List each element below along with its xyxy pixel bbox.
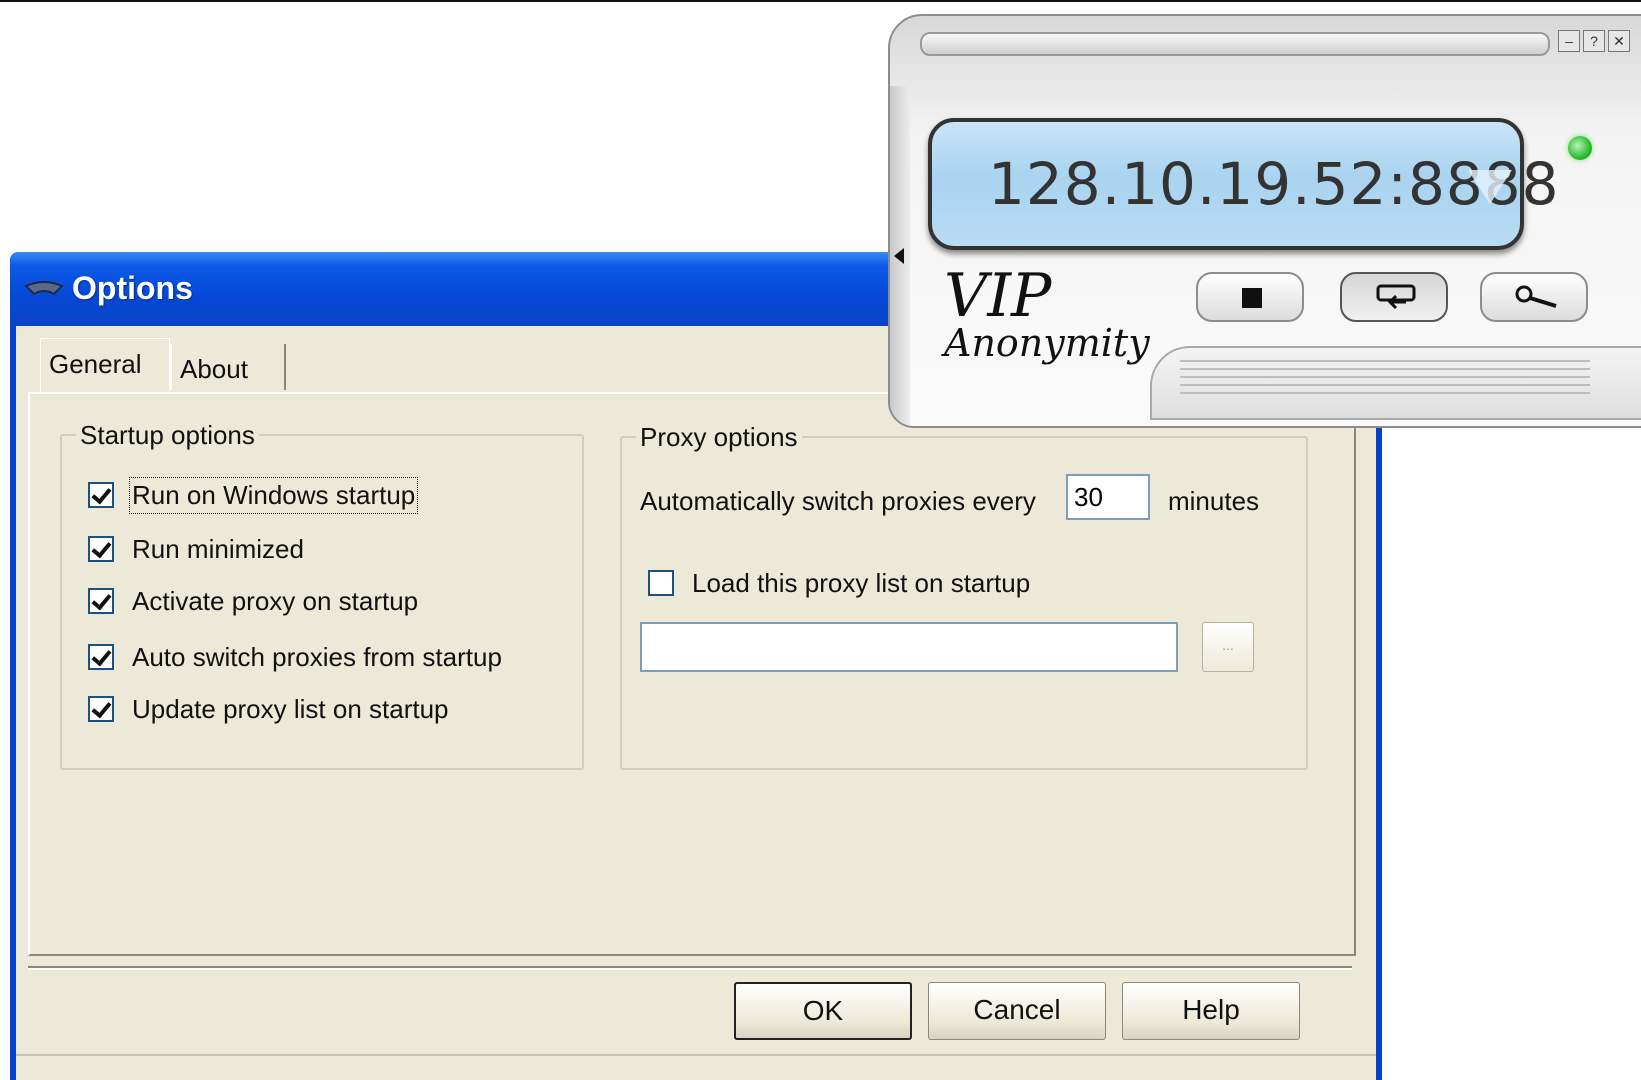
dropdown-arrow-icon[interactable]	[1468, 170, 1512, 204]
activate-proxy-label[interactable]: Activate proxy on startup	[132, 586, 418, 617]
load-proxy-list-checkbox[interactable]	[648, 570, 674, 596]
activate-proxy-option[interactable]: Activate proxy on startup	[88, 584, 418, 618]
proxy-list-path-input[interactable]	[640, 622, 1178, 672]
help-button[interactable]: Help	[1122, 982, 1300, 1040]
collapse-arrow-icon[interactable]	[894, 248, 904, 264]
startup-options-legend: Startup options	[76, 420, 259, 451]
status-indicator-icon	[1568, 136, 1592, 160]
load-proxy-list-label[interactable]: Load this proxy list on startup	[692, 568, 1030, 599]
logo-line-2: Anonymity	[944, 321, 1150, 365]
dialog-title: Options	[72, 270, 193, 306]
close-icon[interactable]: ✕	[1608, 30, 1630, 52]
switch-proxy-button[interactable]	[1340, 272, 1448, 322]
run-on-startup-checkbox[interactable]	[88, 482, 114, 508]
run-minimized-label[interactable]: Run minimized	[132, 534, 304, 565]
tab-about[interactable]: About	[170, 344, 286, 390]
cancel-button[interactable]: Cancel	[928, 982, 1106, 1040]
auto-switch-label: Automatically switch proxies every	[640, 486, 1036, 516]
browse-button[interactable]: ...	[1202, 622, 1254, 672]
ok-button[interactable]: OK	[734, 982, 912, 1040]
run-minimized-checkbox[interactable]	[88, 536, 114, 562]
update-proxy-list-label[interactable]: Update proxy list on startup	[132, 694, 449, 725]
minutes-label: minutes	[1168, 486, 1260, 516]
widget-grille	[1180, 360, 1590, 400]
tab-general[interactable]: General	[40, 338, 170, 393]
widget-window-controls: – ? ✕	[1558, 30, 1630, 52]
logo-line-1: VIP	[944, 261, 1052, 331]
proxy-options-group: Proxy options Automatically switch proxi…	[620, 422, 1308, 770]
proxy-options-legend: Proxy options	[636, 422, 802, 453]
startup-options-group: Startup options Run on Windows startup R…	[60, 420, 584, 770]
auto-switch-startup-label[interactable]: Auto switch proxies from startup	[132, 642, 502, 673]
separator	[28, 966, 1352, 970]
activate-proxy-checkbox[interactable]	[88, 588, 114, 614]
run-on-startup-option[interactable]: Run on Windows startup	[88, 476, 419, 514]
dialog-client: General About Startup options Run on Win…	[16, 326, 1376, 1080]
status-bar	[16, 1054, 1376, 1056]
update-proxy-list-option[interactable]: Update proxy list on startup	[88, 692, 449, 726]
minimize-icon[interactable]: –	[1558, 30, 1580, 52]
stop-button[interactable]	[1196, 272, 1304, 322]
search-icon	[1515, 285, 1557, 308]
search-button[interactable]	[1480, 272, 1588, 322]
update-proxy-list-checkbox[interactable]	[88, 696, 114, 722]
help-icon[interactable]: ?	[1583, 30, 1605, 52]
auto-switch-startup-option[interactable]: Auto switch proxies from startup	[88, 640, 502, 674]
run-on-startup-label[interactable]: Run on Windows startup	[128, 476, 419, 514]
load-proxy-list-option[interactable]: Load this proxy list on startup	[648, 566, 1030, 600]
proxy-address-display[interactable]: 128.10.19.52:8888	[928, 118, 1559, 250]
vip-anonymity-logo: VIP Anonymity	[944, 261, 1150, 365]
app-icon	[24, 281, 64, 296]
stop-icon	[1242, 288, 1262, 308]
vip-anonymity-widget: – ? ✕ 128.10.19.52:8888 VIP Anonymity	[888, 14, 1641, 428]
top-border	[0, 0, 1641, 2]
auto-switch-startup-checkbox[interactable]	[88, 644, 114, 670]
run-minimized-option[interactable]: Run minimized	[88, 532, 304, 566]
minutes-input[interactable]	[1066, 474, 1150, 520]
widget-drag-bar[interactable]	[920, 32, 1550, 56]
switch-proxy-icon	[1376, 284, 1416, 310]
